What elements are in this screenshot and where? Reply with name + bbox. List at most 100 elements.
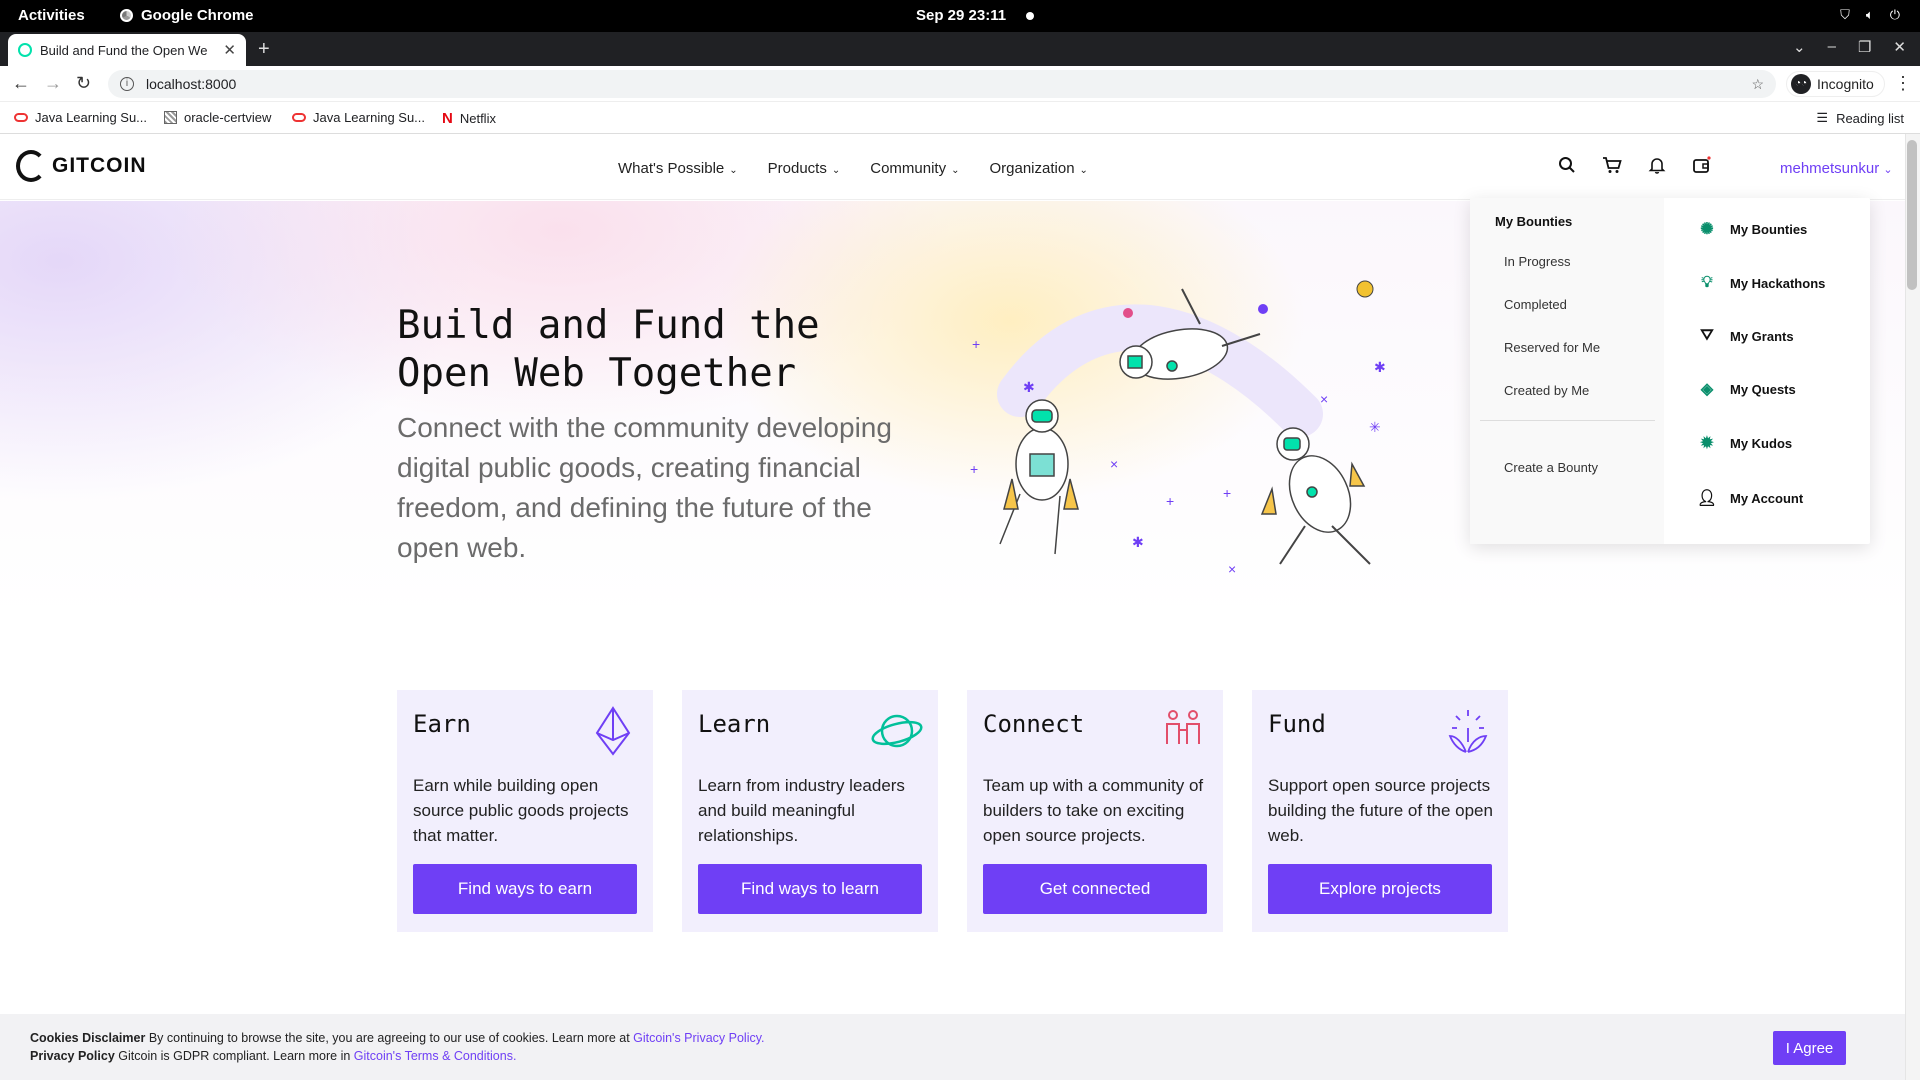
menu-item-my-grants[interactable]: ⛛ My Grants bbox=[1696, 325, 1794, 347]
chevron-down-icon: ⌄ bbox=[1883, 164, 1893, 176]
card-earn: Earn Earn while building open source pub… bbox=[397, 690, 653, 932]
svg-text:✱: ✱ bbox=[1132, 534, 1144, 550]
menu-item-my-kudos[interactable]: ✹ My Kudos bbox=[1696, 432, 1792, 454]
main-nav: What's Possible ⌄ Products ⌄ Community ⌄ Or… bbox=[618, 160, 1088, 177]
cart-icon[interactable] bbox=[1602, 156, 1622, 174]
close-window-icon[interactable]: ✕ bbox=[1893, 38, 1906, 56]
header-icons bbox=[1558, 156, 1712, 174]
terms-link[interactable]: Gitcoin's Terms & Conditions. bbox=[354, 1049, 517, 1063]
svg-text:✱: ✱ bbox=[1023, 379, 1035, 395]
incognito-badge[interactable]: ◔◔ Incognito bbox=[1786, 71, 1885, 97]
nav-community[interactable]: Community ⌄ bbox=[870, 160, 959, 177]
svg-text:✱: ✱ bbox=[1374, 359, 1386, 375]
incognito-icon: ◔◔ bbox=[1791, 74, 1811, 94]
minimize-icon[interactable]: – bbox=[1828, 38, 1836, 56]
svg-text:+: + bbox=[972, 336, 980, 352]
bell-icon[interactable] bbox=[1648, 156, 1666, 174]
bookmark-item[interactable]: oracle-certview bbox=[164, 110, 271, 125]
menu-item-my-bounties[interactable]: ✺ My Bounties bbox=[1696, 218, 1807, 240]
web-page: GITCOIN What's Possible ⌄ Products ⌄ Commu… bbox=[0, 134, 1905, 1080]
chevron-down-icon: ⌄ bbox=[729, 165, 738, 176]
card-title: Earn bbox=[413, 710, 471, 738]
activities-button[interactable]: Activities bbox=[18, 7, 85, 24]
card-learn: Learn Learn from industry leaders and bu… bbox=[682, 690, 938, 932]
ethereum-icon bbox=[595, 706, 631, 756]
menu-item-in-progress[interactable]: In Progress bbox=[1504, 254, 1570, 269]
people-icon bbox=[1166, 710, 1200, 744]
address-bar[interactable]: i localhost:8000 ☆ bbox=[108, 70, 1776, 98]
account-icon: 👤︎ bbox=[1696, 490, 1718, 507]
quests-icon: ◈ bbox=[1700, 381, 1714, 398]
site-info-icon[interactable]: i bbox=[120, 77, 134, 91]
browser-tab[interactable]: Build and Fund the Open We ✕ bbox=[8, 34, 246, 66]
app-name: Google Chrome bbox=[141, 7, 254, 24]
menu-item-completed[interactable]: Completed bbox=[1504, 297, 1567, 312]
privacy-policy-text: Gitcoin is GDPR compliant. Learn more in bbox=[118, 1049, 351, 1063]
explore-projects-button[interactable]: Explore projects bbox=[1268, 864, 1492, 914]
menu-label: My Grants bbox=[1730, 328, 1794, 344]
card-description: Earn while building open source public g… bbox=[413, 776, 629, 845]
bookmark-label: Java Learning Su... bbox=[313, 110, 426, 125]
astronauts-illustration: + ✱ ✱ ✳ + + ✱ × + × × bbox=[970, 280, 1386, 577]
wallet-icon[interactable] bbox=[1692, 156, 1712, 174]
sprout-icon bbox=[1448, 710, 1488, 753]
gitcoin-logo[interactable]: GITCOIN bbox=[16, 150, 147, 182]
username: mehmetsunkur bbox=[1780, 160, 1880, 177]
get-connected-button[interactable]: Get connected bbox=[983, 864, 1207, 914]
system-tray[interactable]: ⛉ 🔈︎ ⏻ bbox=[1840, 7, 1900, 23]
chevron-down-icon: ⌄ bbox=[951, 165, 960, 176]
chrome-icon bbox=[120, 9, 133, 22]
hero-lead: Connect with the community developing di… bbox=[397, 412, 892, 563]
menu-item-created[interactable]: Created by Me bbox=[1504, 383, 1589, 398]
card-description: Team up with a community of builders to … bbox=[983, 776, 1204, 845]
user-menu[interactable]: mehmetsunkur ⌄ bbox=[1780, 160, 1893, 177]
gitcoin-favicon-icon bbox=[18, 43, 32, 57]
reading-list-button[interactable]: ☰ Reading list bbox=[1816, 110, 1904, 126]
privacy-policy-label: Privacy Policy bbox=[30, 1049, 115, 1063]
reading-list-icon: ☰ bbox=[1816, 110, 1829, 125]
bookmark-star-icon[interactable]: ☆ bbox=[1751, 76, 1764, 93]
maximize-icon[interactable]: ❐ bbox=[1858, 38, 1871, 56]
nav-label: Products bbox=[767, 160, 827, 177]
nav-whats-possible[interactable]: What's Possible ⌄ bbox=[618, 160, 738, 177]
clock[interactable]: Sep 29 23:11 bbox=[916, 7, 1006, 24]
menu-item-my-account[interactable]: 👤︎ My Account bbox=[1696, 487, 1803, 509]
card-title: Learn bbox=[698, 710, 771, 738]
nav-organization[interactable]: Organization ⌄ bbox=[989, 160, 1087, 177]
menu-item-reserved[interactable]: Reserved for Me bbox=[1504, 340, 1600, 355]
bookmark-item[interactable]: Java Learning Su... bbox=[292, 110, 425, 125]
submenu-heading: My Bounties bbox=[1495, 214, 1573, 229]
menu-item-my-quests[interactable]: ◈ My Quests bbox=[1696, 378, 1796, 400]
chrome-menu-icon[interactable]: ⋮ bbox=[1894, 73, 1912, 94]
app-menu[interactable]: Google Chrome bbox=[120, 7, 254, 24]
privacy-policy-link[interactable]: Gitcoin's Privacy Policy. bbox=[633, 1031, 764, 1045]
nav-label: Community bbox=[870, 160, 947, 177]
chevron-down-icon: ⌄ bbox=[1079, 165, 1088, 176]
find-ways-to-earn-button[interactable]: Find ways to earn bbox=[413, 864, 637, 914]
search-icon[interactable] bbox=[1558, 156, 1576, 174]
menu-label: My Kudos bbox=[1730, 435, 1793, 451]
scrollbar-thumb[interactable] bbox=[1907, 140, 1917, 290]
nav-products[interactable]: Products ⌄ bbox=[768, 160, 841, 177]
tab-search-icon[interactable]: ⌄ bbox=[1793, 38, 1806, 56]
agree-button[interactable]: I Agree bbox=[1773, 1031, 1846, 1065]
incognito-label: Incognito bbox=[1817, 76, 1874, 92]
bookmark-label: Java Learning Su... bbox=[35, 110, 148, 125]
forward-icon[interactable]: → bbox=[44, 73, 62, 94]
find-ways-to-learn-button[interactable]: Find ways to learn bbox=[698, 864, 922, 914]
bookmark-item[interactable]: N Netflix bbox=[442, 110, 496, 127]
create-bounty-link[interactable]: Create a Bounty bbox=[1504, 460, 1598, 475]
reload-icon[interactable]: ↻ bbox=[76, 73, 91, 94]
bookmark-item[interactable]: Java Learning Su... bbox=[14, 110, 147, 125]
oracle-icon bbox=[292, 113, 306, 122]
menu-label: My Account bbox=[1730, 490, 1804, 506]
new-tab-button[interactable]: + bbox=[258, 38, 270, 61]
menu-item-my-hackathons[interactable]: 💡︎ My Hackathons bbox=[1696, 272, 1825, 294]
nav-label: Organization bbox=[989, 160, 1075, 177]
url-text[interactable]: localhost:8000 bbox=[146, 76, 236, 92]
back-icon[interactable]: ← bbox=[12, 73, 30, 94]
svg-text:✳: ✳ bbox=[1369, 419, 1381, 435]
close-tab-icon[interactable]: ✕ bbox=[223, 41, 236, 59]
site-header: GITCOIN What's Possible ⌄ Products ⌄ Commu… bbox=[0, 134, 1905, 200]
astronaut-right-icon bbox=[1260, 427, 1371, 565]
